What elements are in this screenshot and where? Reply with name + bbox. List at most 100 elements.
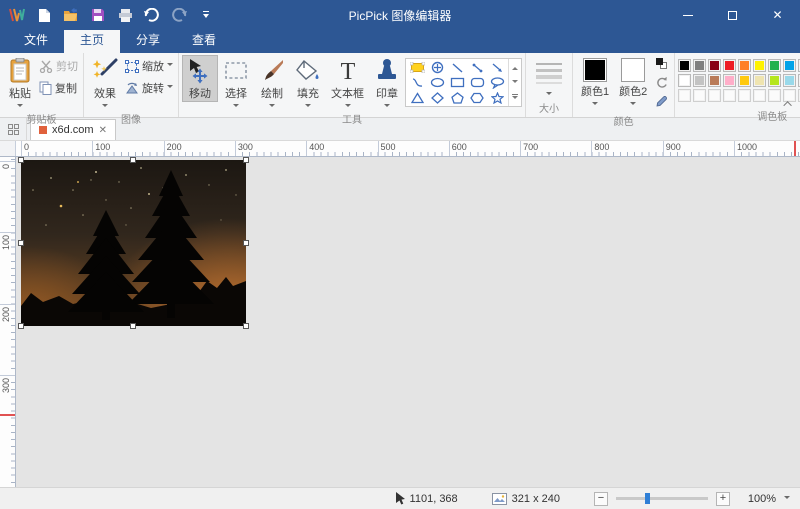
draw-icon bbox=[265, 60, 283, 80]
selection-handle-e[interactable] bbox=[243, 240, 249, 246]
save-button[interactable] bbox=[89, 6, 107, 24]
print-button[interactable] bbox=[116, 6, 134, 24]
zoom-in-button[interactable]: + bbox=[716, 491, 730, 506]
customize-toolbar-button[interactable] bbox=[197, 6, 215, 24]
palette-swatch[interactable] bbox=[708, 89, 722, 102]
copy-button[interactable]: 复制 bbox=[39, 80, 78, 96]
palette-swatch[interactable] bbox=[753, 59, 767, 72]
shape-line-dots[interactable] bbox=[467, 60, 487, 75]
palette-swatch[interactable] bbox=[738, 89, 752, 102]
editor-canvas[interactable] bbox=[16, 157, 800, 487]
tab-share[interactable]: 分享 bbox=[120, 27, 176, 53]
tab-home[interactable]: 主页 bbox=[64, 27, 121, 53]
image-group: 效果 缩放 旋转 图像 bbox=[84, 53, 179, 126]
gallery-scroll-up-button[interactable] bbox=[509, 59, 521, 75]
palette-swatch[interactable] bbox=[768, 59, 782, 72]
palette-swatch[interactable] bbox=[738, 74, 752, 87]
shape-line[interactable] bbox=[447, 60, 467, 75]
palette-swatch[interactable] bbox=[768, 74, 782, 87]
shape-star[interactable] bbox=[487, 90, 507, 105]
palette-swatch[interactable] bbox=[678, 89, 692, 102]
ruler-major-tick bbox=[662, 141, 664, 156]
shape-highlight-rect[interactable] bbox=[407, 60, 427, 75]
zoom-slider-thumb[interactable] bbox=[645, 493, 651, 504]
palette-swatch[interactable] bbox=[753, 89, 767, 102]
undo-button[interactable] bbox=[143, 6, 161, 24]
ruler-major-tick bbox=[734, 141, 735, 156]
gallery-scroll-down-button[interactable] bbox=[509, 75, 521, 91]
tab-view[interactable]: 查看 bbox=[176, 27, 232, 53]
shape-curve[interactable] bbox=[407, 75, 427, 90]
reset-colors-button[interactable] bbox=[655, 76, 668, 92]
fill-tool-button[interactable]: 填充 bbox=[290, 55, 326, 111]
open-file-button[interactable] bbox=[62, 6, 80, 24]
move-tool-button[interactable]: 移动 bbox=[182, 55, 218, 102]
redo-button[interactable] bbox=[170, 6, 188, 24]
shape-rectangle[interactable] bbox=[447, 75, 467, 90]
collapse-ribbon-button[interactable] bbox=[782, 97, 796, 111]
color2-button[interactable]: 颜色2 bbox=[614, 55, 652, 109]
shape-callout[interactable] bbox=[487, 75, 507, 90]
palette-swatch[interactable] bbox=[783, 59, 797, 72]
ruler-major-tick bbox=[591, 141, 593, 156]
status-bar: 1101, 368 321 x 240 − + 100% bbox=[0, 487, 800, 509]
palette-swatch[interactable] bbox=[738, 59, 752, 72]
shape-rounded-rectangle[interactable] bbox=[467, 75, 487, 90]
color1-button[interactable]: 颜色1 bbox=[576, 55, 614, 109]
palette-swatch[interactable] bbox=[783, 74, 797, 87]
shape-pentagon[interactable] bbox=[447, 90, 467, 105]
tab-file[interactable]: 文件 bbox=[8, 27, 64, 53]
selection-handle-nw[interactable] bbox=[18, 157, 24, 163]
swap-colors-button[interactable] bbox=[655, 57, 668, 73]
selection-handle-s[interactable] bbox=[130, 323, 136, 329]
palette-swatch[interactable] bbox=[693, 59, 707, 72]
palette-swatch[interactable] bbox=[768, 89, 782, 102]
select-tool-button[interactable]: 选择 bbox=[218, 55, 254, 111]
palette-swatch[interactable] bbox=[708, 59, 722, 72]
textbox-tool-button[interactable]: T 文本框 bbox=[326, 55, 369, 111]
gallery-more-button[interactable] bbox=[509, 90, 521, 106]
ruler-label: 200 bbox=[166, 142, 182, 152]
selection-handle-n[interactable] bbox=[130, 157, 136, 163]
shape-hexagon[interactable] bbox=[467, 90, 487, 105]
paste-button[interactable]: 粘贴 bbox=[3, 55, 37, 111]
ruler-major-tick bbox=[520, 141, 522, 156]
eyedropper-button[interactable] bbox=[655, 95, 668, 111]
palette-swatch[interactable] bbox=[678, 59, 692, 72]
palette-swatch[interactable] bbox=[723, 59, 737, 72]
palette-swatch[interactable] bbox=[753, 74, 767, 87]
selection-handle-se[interactable] bbox=[243, 323, 249, 329]
close-button[interactable]: ✕ bbox=[755, 0, 800, 30]
rotate-button[interactable]: 旋转 bbox=[125, 80, 173, 96]
selection-handle-w[interactable] bbox=[18, 240, 24, 246]
draw-tool-button[interactable]: 绘制 bbox=[254, 55, 290, 111]
color1-label: 颜色1 bbox=[581, 86, 610, 98]
line-size-button[interactable] bbox=[529, 55, 569, 99]
zoom-out-button[interactable]: − bbox=[594, 491, 608, 506]
zoom-slider[interactable] bbox=[616, 493, 708, 504]
new-file-button[interactable] bbox=[35, 6, 53, 24]
stamp-tool-button[interactable]: 印章 bbox=[369, 55, 405, 111]
minimize-button[interactable] bbox=[665, 0, 710, 30]
selection-handle-sw[interactable] bbox=[18, 323, 24, 329]
zoom-dropdown-icon[interactable] bbox=[784, 495, 790, 502]
resize-button[interactable]: 缩放 bbox=[125, 58, 173, 74]
shape-ellipse[interactable] bbox=[427, 75, 447, 90]
palette-swatch[interactable] bbox=[723, 74, 737, 87]
image-selection[interactable] bbox=[18, 157, 249, 329]
selection-handle-ne[interactable] bbox=[243, 157, 249, 163]
cut-button[interactable]: 剪切 bbox=[39, 58, 78, 74]
gallery-more-icon bbox=[512, 94, 518, 102]
shape-triangle[interactable] bbox=[407, 90, 427, 105]
shape-diamond[interactable] bbox=[427, 90, 447, 105]
palette-swatch[interactable] bbox=[723, 89, 737, 102]
maximize-button[interactable] bbox=[710, 0, 755, 30]
palette-swatch[interactable] bbox=[708, 74, 722, 87]
shape-circle-crosshair[interactable] bbox=[427, 60, 447, 75]
shape-arrow-line[interactable] bbox=[487, 60, 507, 75]
palette-swatch[interactable] bbox=[693, 74, 707, 87]
palette-swatch[interactable] bbox=[678, 74, 692, 87]
effects-label: 效果 bbox=[94, 88, 116, 100]
palette-swatch[interactable] bbox=[693, 89, 707, 102]
effects-button[interactable]: 效果 bbox=[87, 55, 123, 111]
